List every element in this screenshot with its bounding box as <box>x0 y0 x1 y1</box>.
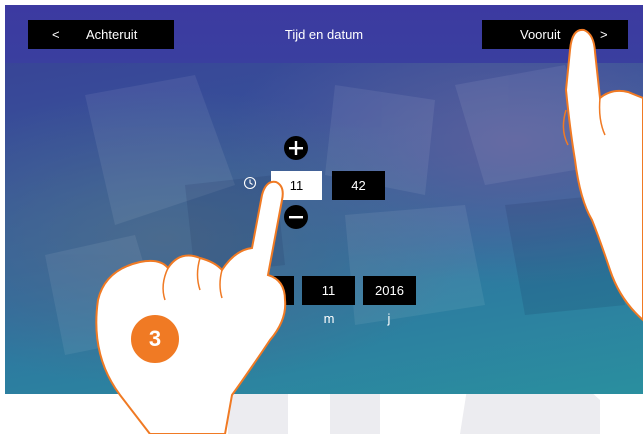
forward-button[interactable]: Vooruit > <box>482 20 628 49</box>
clock-icon <box>243 176 257 190</box>
step-badge: 3 <box>129 313 181 365</box>
touch-screen: < Achteruit Tijd en datum Vooruit > 11 4… <box>5 5 643 394</box>
decrement-button[interactable] <box>284 205 308 229</box>
plus-icon <box>289 141 303 155</box>
day-field[interactable]: 21 <box>253 276 294 305</box>
increment-button[interactable] <box>284 136 308 160</box>
header-bar: < Achteruit Tijd en datum Vooruit > <box>5 5 643 63</box>
hour-field[interactable]: 11 <box>271 171 322 200</box>
month-field[interactable]: 11 <box>302 276 355 305</box>
minus-icon <box>289 216 303 219</box>
month-unit-label: m <box>323 311 335 326</box>
background-cubes-image <box>45 65 625 355</box>
chevron-right-icon: > <box>600 27 608 42</box>
year-field[interactable]: 2016 <box>363 276 416 305</box>
year-unit-label: j <box>387 311 391 326</box>
day-unit-label: d <box>265 311 273 326</box>
minute-field[interactable]: 42 <box>332 171 385 200</box>
forward-button-label: Vooruit <box>520 27 561 42</box>
